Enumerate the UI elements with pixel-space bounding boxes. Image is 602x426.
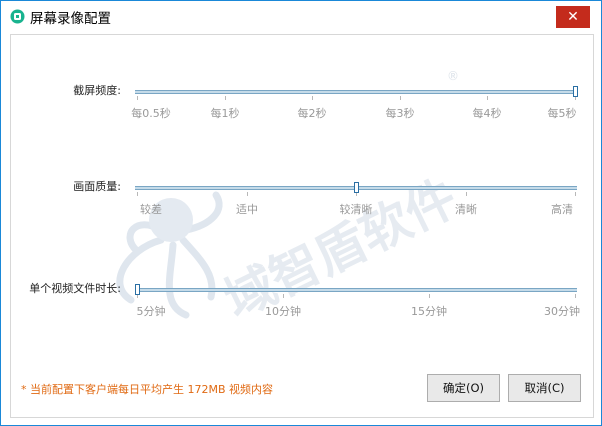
window-title: 屏幕录像配置 — [30, 11, 111, 27]
tick-mark — [487, 96, 488, 100]
tick-label: 较清晰 — [339, 203, 373, 216]
config-panel: 域智盾软件 ® 截屏频度: 每0.5秒 每1秒 每2秒 每3秒 每4秒 每5秒 画面质量: 较差… — [10, 34, 594, 418]
capture-frequency-thumb[interactable] — [573, 86, 578, 97]
image-quality-label: 画面质量: — [73, 180, 121, 193]
tick-label: 每1秒 — [210, 107, 240, 120]
tick-label: 适中 — [236, 203, 258, 216]
tick-label: 较差 — [140, 203, 162, 216]
image-quality-thumb[interactable] — [354, 182, 359, 193]
tick-mark — [247, 192, 248, 196]
tick-label: 每2秒 — [297, 107, 327, 120]
tick-label: 每0.5秒 — [131, 107, 171, 120]
tick-label: 每5秒 — [547, 107, 577, 120]
capture-frequency-label: 截屏频度: — [73, 84, 121, 97]
video-duration-label: 单个视频文件时长: — [29, 282, 121, 295]
tick-label: 10分钟 — [265, 305, 301, 318]
capture-frequency-slider[interactable] — [135, 90, 577, 94]
tick-mark — [283, 294, 284, 298]
tick-mark — [429, 294, 430, 298]
video-duration-slider[interactable] — [135, 288, 577, 292]
storage-estimate-note: * 当前配置下客户端每日平均产生 172MB 视频内容 — [21, 383, 274, 396]
tick-mark — [137, 96, 138, 100]
watermark-registered: ® — [447, 69, 459, 83]
tick-label: 30分钟 — [544, 305, 580, 318]
tick-label: 每4秒 — [472, 107, 502, 120]
close-button[interactable]: ✕ — [556, 6, 590, 28]
video-duration-thumb[interactable] — [135, 284, 140, 295]
tick-label: 清晰 — [455, 203, 477, 216]
tick-label: 15分钟 — [411, 305, 447, 318]
screen-record-config-window: 屏幕录像配置 ✕ 域智盾软件 ® 截屏频度: 每0.5秒 每1秒 每2秒 每3秒 每4秒每… — [0, 0, 602, 426]
tick-mark — [137, 192, 138, 196]
tick-label: 每3秒 — [385, 107, 415, 120]
tick-mark — [575, 192, 576, 196]
tick-mark — [400, 96, 401, 100]
tick-label: 高清 — [551, 203, 573, 216]
tick-mark — [225, 96, 226, 100]
tick-label: 5分钟 — [136, 305, 166, 318]
ok-button[interactable]: 确定(O) — [427, 374, 500, 402]
tick-mark — [575, 294, 576, 298]
cancel-button[interactable]: 取消(C) — [508, 374, 581, 402]
tick-mark — [312, 96, 313, 100]
title-bar: 屏幕录像配置 ✕ — [1, 1, 601, 31]
tick-mark — [466, 192, 467, 196]
app-logo-icon — [10, 9, 25, 24]
